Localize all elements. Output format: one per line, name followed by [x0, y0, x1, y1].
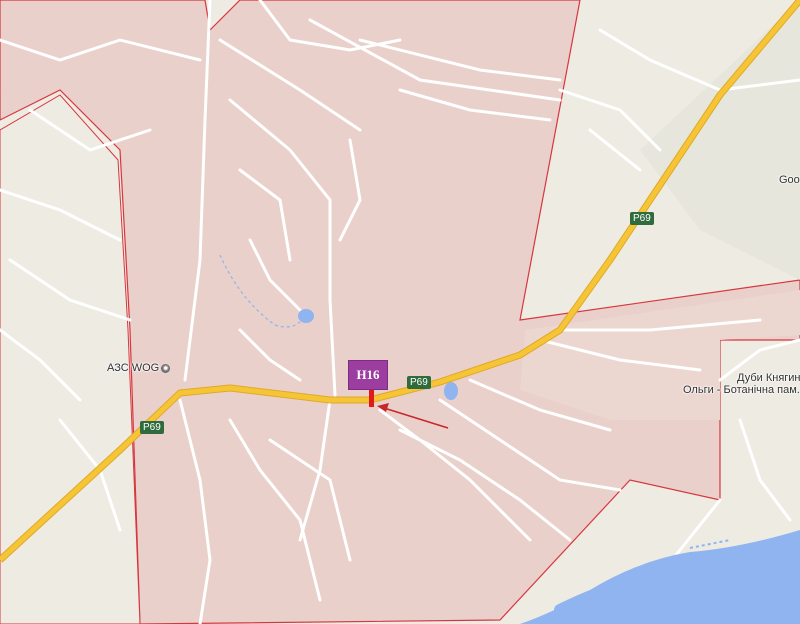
- park-label-line1: Дуби Княгині: [737, 372, 800, 384]
- pond-north: [298, 309, 314, 323]
- park-poi[interactable]: Дуби Княгині Ольги - Ботанічна пам...: [683, 372, 800, 396]
- gas-station-label: АЗС WOG: [107, 362, 160, 374]
- marker-stem: [369, 390, 374, 407]
- cutoff-poi-label: Goo: [779, 174, 800, 186]
- map-graphics: [0, 0, 800, 624]
- pond-east: [444, 382, 458, 400]
- road-shield-p69-west: P69: [140, 421, 164, 434]
- map-canvas[interactable]: P69 P69 P69 АЗС WOG ● Дуби Княгині Ольги …: [0, 0, 800, 624]
- park-label-line2: Ольги - Ботанічна пам...: [683, 384, 800, 396]
- road-shield-p69-center: P69: [407, 376, 431, 389]
- marker-label-h16[interactable]: H16: [348, 360, 388, 390]
- road-shield-p69-north: P69: [630, 212, 654, 225]
- fuel-pump-icon: ●: [161, 363, 171, 373]
- gas-station-poi[interactable]: АЗС WOG ●: [107, 362, 171, 374]
